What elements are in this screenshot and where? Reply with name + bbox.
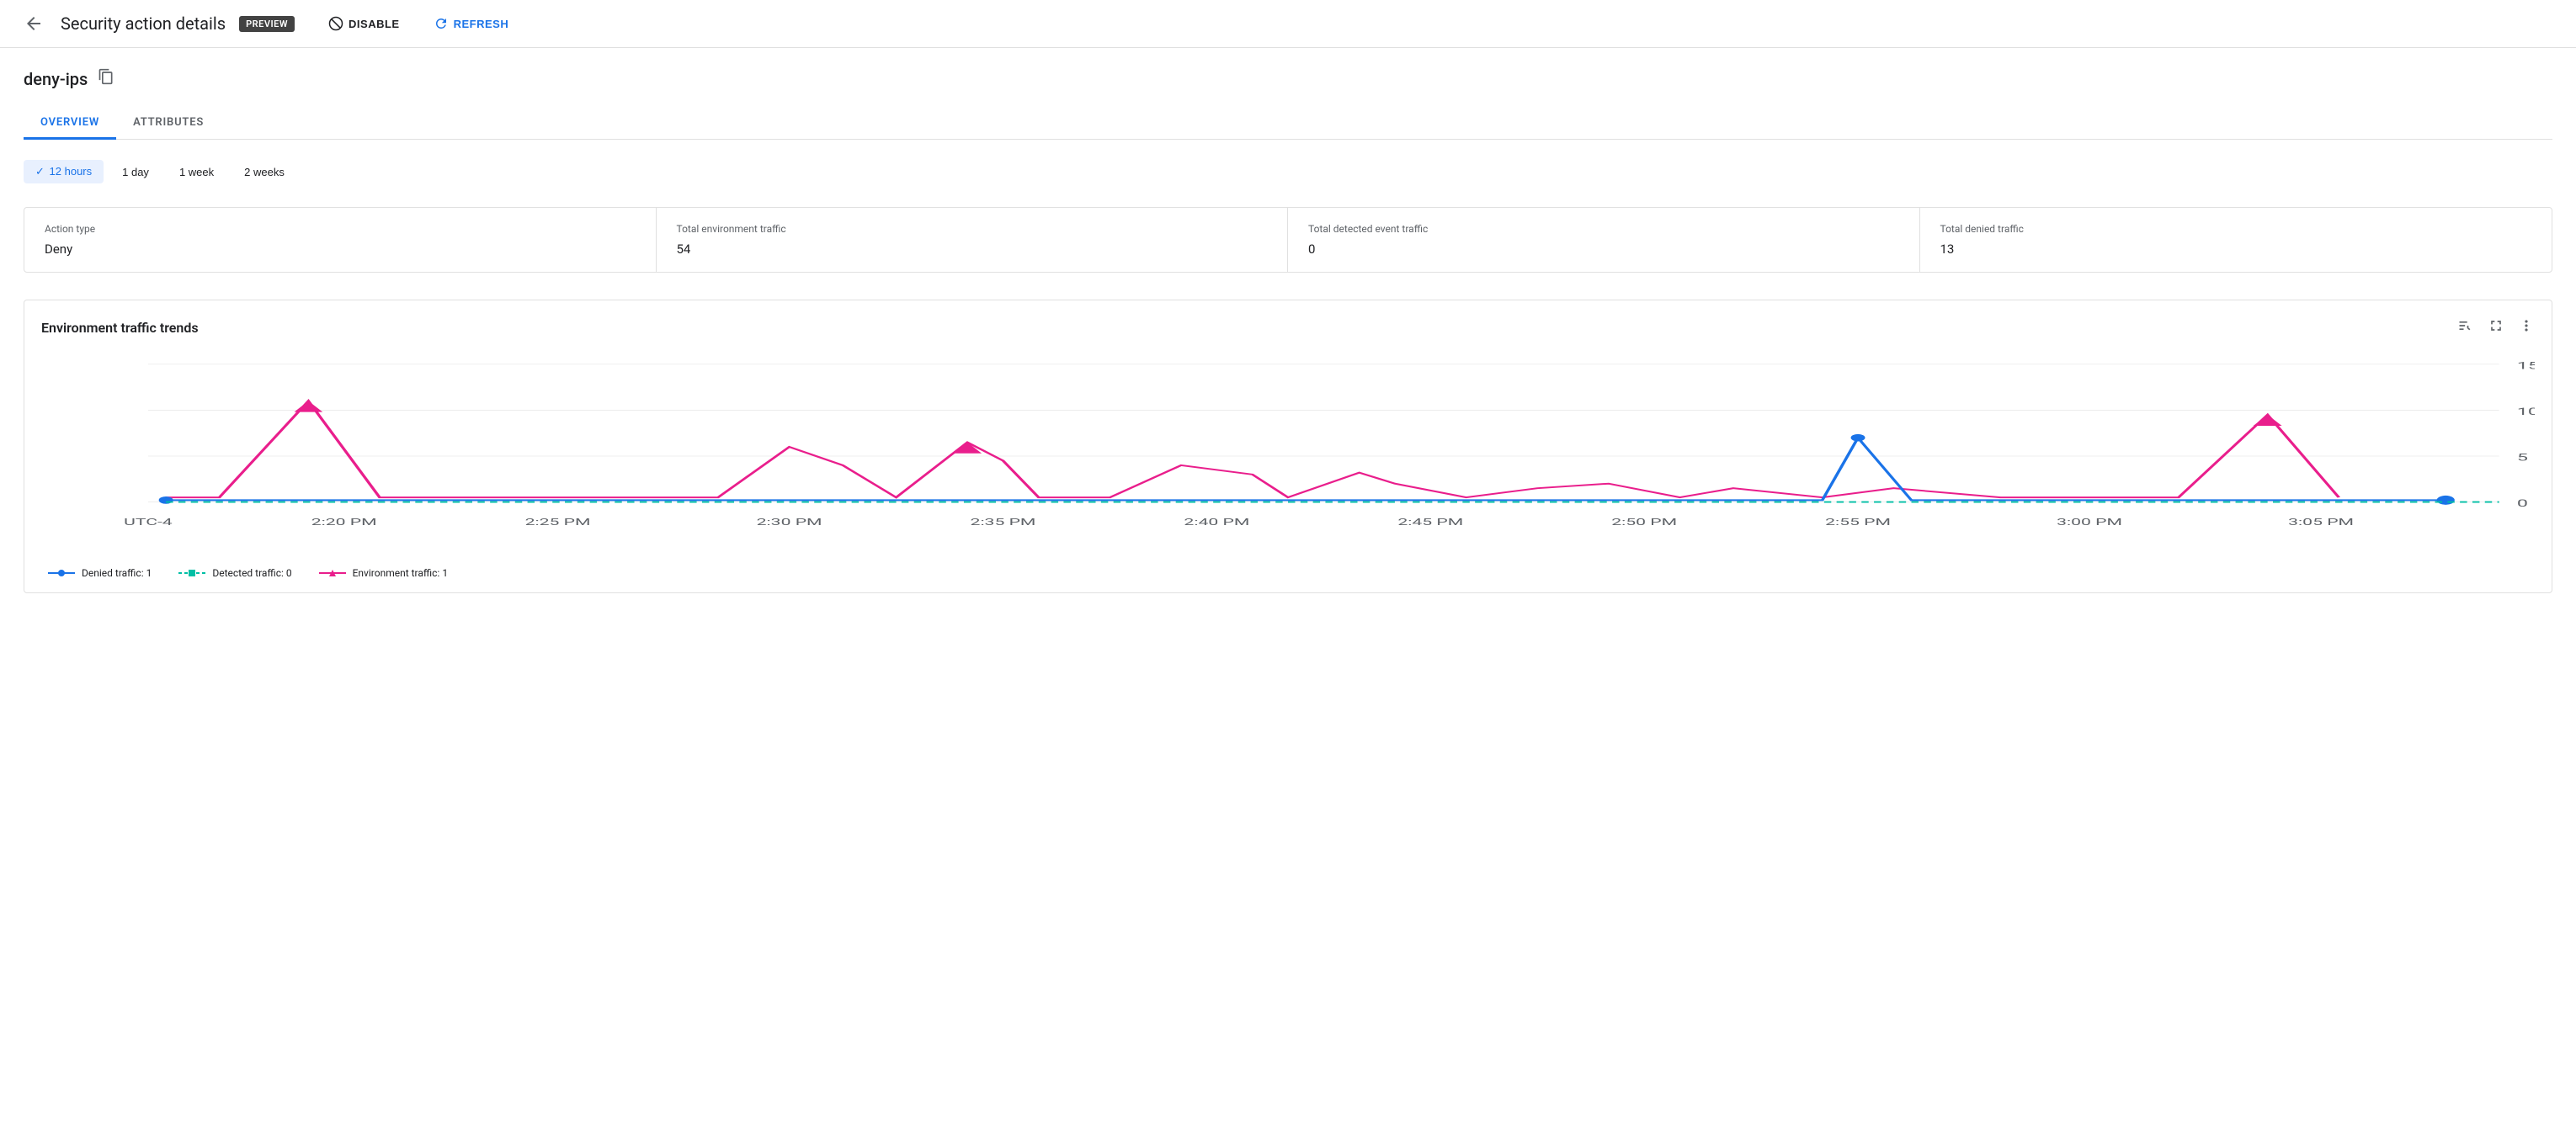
time-btn-2w[interactable]: 2 weeks [232, 161, 296, 183]
chart-header: Environment traffic trends [41, 317, 2535, 338]
time-filter: ✓ 12 hours 1 day 1 week 2 weeks [24, 160, 2552, 183]
stat-value-detected-traffic: 0 [1308, 242, 1899, 257]
svg-text:0: 0 [2517, 497, 2528, 509]
svg-text:2:55 PM: 2:55 PM [1825, 517, 1891, 528]
chart-area: 0 5 10 15 UTC-4 2:20 PM 2:25 PM 2:30 PM … [41, 355, 2535, 557]
stat-label-detected-traffic: Total detected event traffic [1308, 223, 1899, 235]
legend-environment: Environment traffic: 1 [319, 567, 448, 579]
time-label-12h: 12 hours [50, 165, 93, 178]
svg-text:10: 10 [2517, 406, 2535, 417]
stat-value-action-type: Deny [45, 242, 636, 257]
rule-name-row: deny-ips [24, 68, 2552, 89]
stat-label-action-type: Action type [45, 223, 636, 235]
stat-denied-traffic: Total denied traffic 13 [1920, 208, 2552, 272]
chart-legend: Denied traffic: 1 Detected traffic: 0 En… [41, 567, 2535, 579]
chart-actions [2457, 317, 2535, 338]
svg-text:2:25 PM: 2:25 PM [525, 517, 591, 528]
svg-text:2:50 PM: 2:50 PM [1611, 517, 1677, 528]
check-icon: ✓ [35, 165, 45, 178]
chart-fullscreen[interactable] [2488, 317, 2504, 338]
stat-label-env-traffic: Total environment traffic [677, 223, 1268, 235]
stat-detected-traffic: Total detected event traffic 0 [1288, 208, 1920, 272]
page-header: Security action details PREVIEW DISABLE … [0, 0, 2576, 48]
disable-label: DISABLE [349, 18, 400, 30]
stat-action-type: Action type Deny [24, 208, 657, 272]
svg-text:2:40 PM: 2:40 PM [1184, 517, 1249, 528]
page-title: Security action details [61, 13, 226, 34]
legend-detected: Detected traffic: 0 [178, 567, 291, 579]
svg-text:2:45 PM: 2:45 PM [1397, 517, 1463, 528]
svg-text:2:20 PM: 2:20 PM [311, 517, 377, 528]
svg-text:5: 5 [2517, 451, 2528, 463]
tab-overview[interactable]: OVERVIEW [24, 106, 116, 140]
chart-title: Environment traffic trends [41, 320, 199, 336]
disable-button[interactable]: DISABLE [322, 11, 407, 36]
svg-text:2:35 PM: 2:35 PM [971, 517, 1036, 528]
stat-env-traffic: Total environment traffic 54 [657, 208, 1289, 272]
stat-label-denied-traffic: Total denied traffic [1940, 223, 2532, 235]
svg-text:UTC-4: UTC-4 [124, 517, 173, 528]
legend-denied: Denied traffic: 1 [48, 567, 152, 579]
legend-detected-label: Detected traffic: 0 [212, 567, 291, 579]
legend-denied-label: Denied traffic: 1 [82, 567, 152, 579]
stat-value-env-traffic: 54 [677, 242, 1268, 257]
copy-icon[interactable] [98, 68, 114, 89]
preview-badge: PREVIEW [239, 16, 295, 32]
refresh-label: REFRESH [454, 18, 509, 30]
header-actions: DISABLE REFRESH [322, 11, 515, 36]
chart-more-options[interactable] [2518, 317, 2535, 338]
time-label-1d: 1 day [122, 166, 149, 178]
time-btn-1d[interactable]: 1 day [110, 161, 161, 183]
rule-name: deny-ips [24, 69, 88, 89]
legend-environment-label: Environment traffic: 1 [353, 567, 448, 579]
chart-section: Environment traffic trends [24, 300, 2552, 593]
refresh-button[interactable]: REFRESH [427, 11, 516, 36]
chart-legend-toggle[interactable] [2457, 317, 2474, 338]
chart-svg: 0 5 10 15 UTC-4 2:20 PM 2:25 PM 2:30 PM … [41, 355, 2535, 557]
tab-attributes[interactable]: ATTRIBUTES [116, 106, 221, 140]
svg-text:2:30 PM: 2:30 PM [757, 517, 822, 528]
svg-text:3:05 PM: 3:05 PM [2288, 517, 2354, 528]
time-btn-1w[interactable]: 1 week [168, 161, 226, 183]
svg-text:3:00 PM: 3:00 PM [2057, 517, 2122, 528]
svg-text:15: 15 [2517, 359, 2535, 371]
back-button[interactable] [20, 10, 47, 37]
time-label-1w: 1 week [179, 166, 214, 178]
environment-line [166, 401, 2339, 498]
time-label-2w: 2 weeks [244, 166, 285, 178]
main-content: deny-ips OVERVIEW ATTRIBUTES ✓ 12 hours … [0, 48, 2576, 613]
tabs: OVERVIEW ATTRIBUTES [24, 106, 2552, 140]
time-btn-12h[interactable]: ✓ 12 hours [24, 160, 104, 183]
stat-value-denied-traffic: 13 [1940, 242, 2532, 257]
stats-grid: Action type Deny Total environment traff… [24, 207, 2552, 273]
